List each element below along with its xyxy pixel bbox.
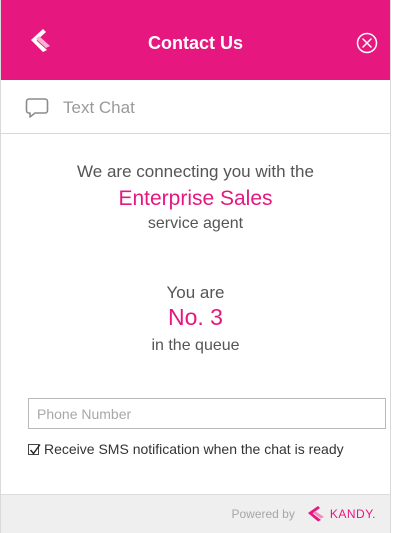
powered-by-text: Powered by [231,507,295,521]
checkmark-icon [29,443,41,455]
agent-label: service agent [147,215,244,232]
kandy-brand-text: KANDY. [329,507,376,521]
department-name: Enterprise Sales [118,187,273,210]
kandy-brand-icon [305,505,327,523]
header-bar: Contact Us [1,0,390,80]
queue-position: No. 3 [168,304,223,330]
powered-by: Powered by KANDY. [231,505,376,523]
phone-number-input[interactable] [28,398,386,429]
chat-bubble-icon [25,97,49,119]
queue-suffix: in the queue [151,337,240,354]
sms-checkbox[interactable] [28,443,41,455]
close-circle-icon[interactable] [356,32,378,54]
queue-prefix: You are [166,283,225,302]
header-title: Contact Us [147,33,243,53]
tab-bar: Text Chat [1,80,390,134]
connecting-message: We are connecting you with the [77,162,314,181]
chat-widget: Contact Us Text Chat We are connecting y… [0,0,391,533]
footer: Powered by KANDY. [1,494,390,533]
tab-label: Text Chat [63,98,135,117]
sms-label: Receive SMS notification when the chat i… [44,441,344,457]
sms-notification-option[interactable]: Receive SMS notification when the chat i… [28,440,344,458]
tab-text-chat[interactable]: Text Chat [25,96,135,120]
